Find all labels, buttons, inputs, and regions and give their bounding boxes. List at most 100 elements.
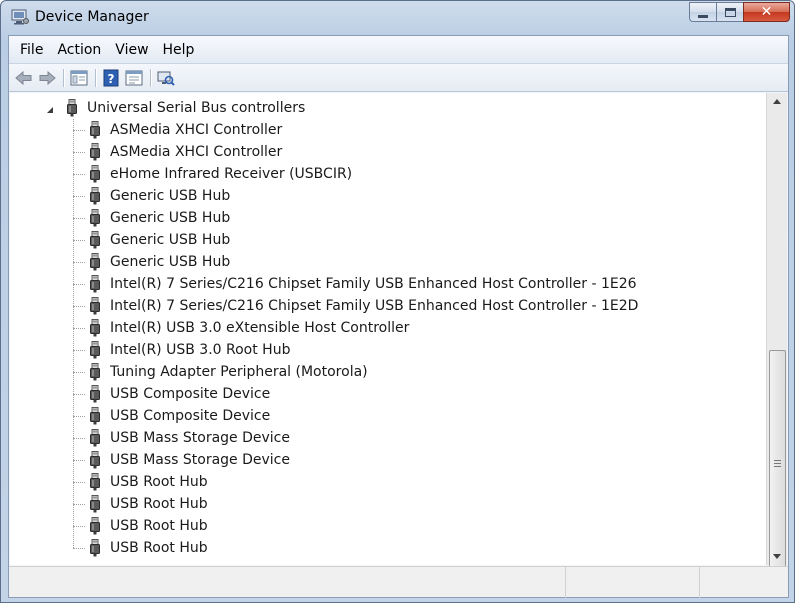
tree-device-item[interactable]: ASMedia XHCI Controller [10,119,766,141]
usb-device-icon [88,451,102,469]
status-panel-right [700,567,788,598]
tree-device-item[interactable]: USB Mass Storage Device [10,427,766,449]
tree-device-item[interactable]: Intel(R) 7 Series/C216 Chipset Family US… [10,273,766,295]
device-label: USB Root Hub [110,496,208,512]
forward-button[interactable] [36,67,58,89]
usb-device-icon [88,187,102,205]
tree-connector [73,196,85,197]
category-label: Universal Serial Bus controllers [87,100,306,116]
scan-hardware-button[interactable] [155,67,177,89]
tree-connector [73,372,85,373]
help-button[interactable]: ? [100,67,122,89]
tree-connector [73,438,85,439]
properties-button[interactable] [123,67,145,89]
tree-device-item[interactable]: eHome Infrared Receiver (USBCIR) [10,163,766,185]
forward-icon [39,70,56,85]
usb-device-icon [88,231,102,249]
usb-device-icon [88,253,102,271]
usb-device-icon [88,209,102,227]
menu-view[interactable]: View [108,36,155,64]
close-button[interactable]: ✕ [743,2,790,22]
device-label: USB Root Hub [110,540,208,556]
scan-hardware-icon [157,71,175,86]
svg-text:?: ? [108,72,115,86]
back-icon [15,70,32,85]
tree-device-item[interactable]: Generic USB Hub [10,229,766,251]
usb-device-icon [88,495,102,513]
tree-device-item[interactable]: USB Root Hub [10,493,766,515]
title-bar[interactable]: Device Manager ✕ [1,1,794,35]
usb-device-icon [88,297,102,315]
device-label: Intel(R) 7 Series/C216 Chipset Family US… [110,298,639,314]
tree-connector [73,240,85,241]
menu-help[interactable]: Help [156,36,202,64]
device-label: ASMedia XHCI Controller [110,144,283,160]
device-label: Generic USB Hub [110,210,231,226]
tree-device-item[interactable]: USB Composite Device [10,405,766,427]
scrollbar-thumb[interactable] [769,350,786,576]
tree-device-item[interactable]: ASMedia XHCI Controller [10,141,766,163]
tree-connector [73,130,85,131]
tree-device-item[interactable]: USB Root Hub [10,471,766,493]
device-label: Intel(R) USB 3.0 eXtensible Host Control… [110,320,410,336]
tree-device-item[interactable]: USB Root Hub [10,515,766,537]
tree-connector [73,482,85,483]
device-label: Generic USB Hub [110,232,231,248]
scroll-up-icon [773,99,781,104]
tree-connector [73,394,85,395]
device-label: Generic USB Hub [110,254,231,270]
tree-connector [73,152,85,153]
device-label: Intel(R) USB 3.0 Root Hub [110,342,291,358]
maximize-button[interactable] [716,2,743,22]
device-manager-window: Device Manager ✕ File Action View Help ?… [0,0,795,603]
tree-connector [73,284,85,285]
device-tree[interactable]: Universal Serial Bus controllers ASMedia … [10,93,766,565]
device-label: Intel(R) 7 Series/C216 Chipset Family US… [110,276,637,292]
menu-file[interactable]: File [13,36,50,64]
tree-connector [73,504,85,505]
tree-connector [73,262,85,263]
scroll-up-button[interactable] [767,93,787,110]
device-label: ASMedia XHCI Controller [110,122,283,138]
tree-connector [73,306,85,307]
tree-connector [73,174,85,175]
back-button[interactable] [13,67,35,89]
tree-device-item[interactable]: Generic USB Hub [10,207,766,229]
usb-device-icon [88,275,102,293]
usb-device-icon [88,363,102,381]
caption-buttons: ✕ [689,2,790,22]
tree-device-item[interactable]: Intel(R) 7 Series/C216 Chipset Family US… [10,295,766,317]
usb-device-icon [88,165,102,183]
collapse-arrow-icon[interactable] [45,103,55,113]
tree-device-item[interactable]: USB Composite Device [10,383,766,405]
toolbar: ? [9,64,788,92]
usb-device-icon [88,517,102,535]
tree-device-item[interactable]: Intel(R) USB 3.0 eXtensible Host Control… [10,317,766,339]
tree-device-item[interactable]: Tuning Adapter Peripheral (Motorola) [10,361,766,383]
window-title: Device Manager [35,9,149,25]
close-icon: ✕ [760,4,773,20]
usb-device-icon [88,341,102,359]
scrollbar-grip-icon [774,459,781,467]
usb-device-icon [88,121,102,139]
tree-connector [73,218,85,219]
tree-device-item[interactable]: Intel(R) USB 3.0 Root Hub [10,339,766,361]
minimize-icon [698,14,708,18]
device-manager-app-icon [11,9,29,25]
maximize-icon [724,7,736,17]
tree-device-item[interactable]: Generic USB Hub [10,251,766,273]
tree-connector [73,119,74,548]
menu-action[interactable]: Action [50,36,108,64]
tree-device-item[interactable]: USB Mass Storage Device [10,449,766,471]
tree-device-item[interactable]: USB Root Hub [10,537,766,559]
device-label: USB Mass Storage Device [110,452,290,468]
minimize-button[interactable] [689,2,716,22]
help-icon: ? [103,69,119,86]
status-panel-middle [566,567,700,598]
tree-category[interactable]: Universal Serial Bus controllers [10,97,766,119]
tree-device-item[interactable]: Generic USB Hub [10,185,766,207]
scroll-down-button[interactable] [767,548,787,565]
usb-device-icon [88,143,102,161]
vertical-scrollbar[interactable] [766,93,787,576]
show-hide-tree-button[interactable] [68,67,90,89]
